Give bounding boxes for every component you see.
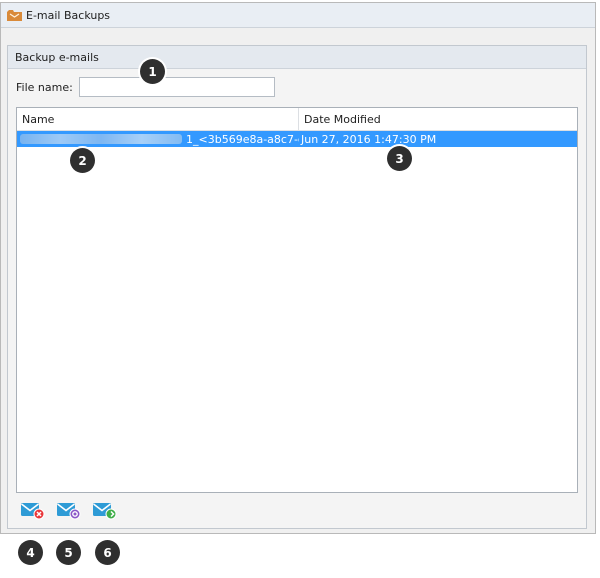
restore-backup-button[interactable]: [52, 497, 86, 523]
folder-icon: [7, 9, 22, 21]
email-add-icon: [93, 503, 117, 520]
email-delete-icon: [21, 503, 45, 520]
date-modified-cell: Jun 27, 2016 1:47:30 PM: [301, 132, 437, 146]
backup-emails-panel: Backup e-mails File name: Name Date Modi…: [7, 45, 587, 529]
email-restore-icon: [57, 503, 81, 520]
email-backups-window: E-mail Backups Backup e-mails File name:…: [0, 2, 596, 534]
panel-title: Backup e-mails: [15, 50, 99, 64]
filename-label: File name:: [16, 80, 73, 94]
callout-marker-4: 4: [18, 540, 43, 565]
add-backup-button[interactable]: [88, 497, 122, 523]
list-item[interactable]: 1_<3b569e8a-a8c7-c... Jun 27, 2016 1:47:…: [17, 131, 577, 147]
panel-header: Backup e-mails: [8, 46, 586, 69]
callout-marker-6: 6: [95, 540, 120, 565]
callout-marker-5: 5: [56, 540, 81, 565]
backup-file-list[interactable]: Name Date Modified 1_<3b569e8a-a8c7-c...…: [16, 107, 578, 493]
file-name-text: 1_<3b569e8a-a8c7-c...: [186, 132, 299, 146]
delete-backup-button[interactable]: [16, 497, 50, 523]
callout-marker-1: 1: [140, 59, 165, 84]
window-title: E-mail Backups: [26, 8, 111, 22]
column-header-name[interactable]: Name: [17, 108, 299, 130]
title-bar: E-mail Backups: [1, 3, 595, 28]
redacted-name-blur: [20, 134, 182, 144]
bottom-toolbar: [16, 497, 124, 523]
column-header-date-modified[interactable]: Date Modified: [299, 108, 577, 130]
callout-marker-2: 2: [70, 148, 95, 173]
callout-marker-3: 3: [387, 146, 412, 171]
list-header: Name Date Modified: [17, 108, 577, 131]
filename-input[interactable]: [78, 77, 275, 97]
file-name-cell: 1_<3b569e8a-a8c7-c...: [17, 131, 299, 147]
